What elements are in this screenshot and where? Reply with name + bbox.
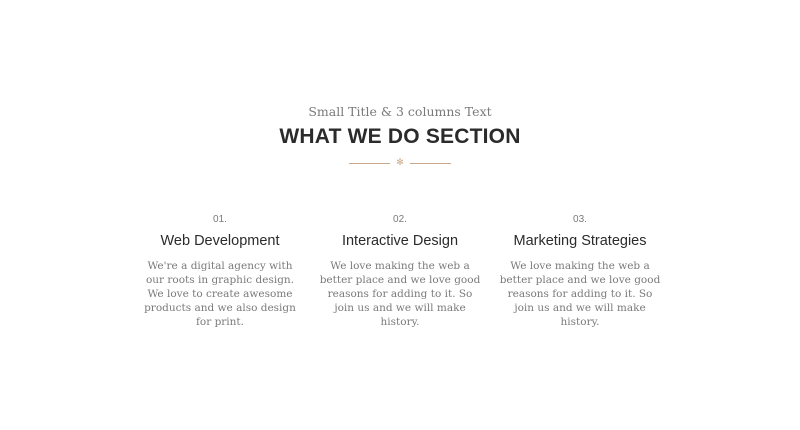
feature-description: We're a digital agency with our roots in… bbox=[144, 260, 296, 328]
feature-title: Web Development bbox=[160, 233, 280, 249]
divider-star-icon: ✻ bbox=[396, 158, 404, 168]
section-subtitle: Small Title & 3 columns Text bbox=[308, 104, 492, 119]
what-we-do-section: Small Title & 3 columns Text WHAT WE DO … bbox=[0, 0, 800, 430]
feature-title: Marketing Strategies bbox=[513, 233, 647, 249]
feature-title: Interactive Design bbox=[341, 233, 459, 249]
divider-line-right bbox=[410, 162, 451, 164]
divider-line-left bbox=[349, 162, 390, 164]
feature-number: 01. bbox=[213, 214, 227, 225]
feature-description: We love making the web a better place an… bbox=[319, 260, 481, 328]
feature-column-interactive-design: 02. Interactive Design We love making th… bbox=[310, 213, 490, 329]
feature-column-web-development: 01. Web Development We're a digital agen… bbox=[130, 213, 310, 329]
feature-number: 03. bbox=[573, 214, 587, 225]
feature-number: 02. bbox=[393, 214, 407, 225]
feature-columns: 01. Web Development We're a digital agen… bbox=[130, 213, 670, 329]
feature-description: We love making the web a better place an… bbox=[499, 260, 661, 328]
feature-column-marketing-strategies: 03. Marketing Strategies We love making … bbox=[490, 213, 670, 329]
section-header: Small Title & 3 columns Text WHAT WE DO … bbox=[0, 103, 800, 150]
section-title: WHAT WE DO SECTION bbox=[279, 125, 521, 148]
title-divider: ✻ bbox=[0, 156, 800, 170]
